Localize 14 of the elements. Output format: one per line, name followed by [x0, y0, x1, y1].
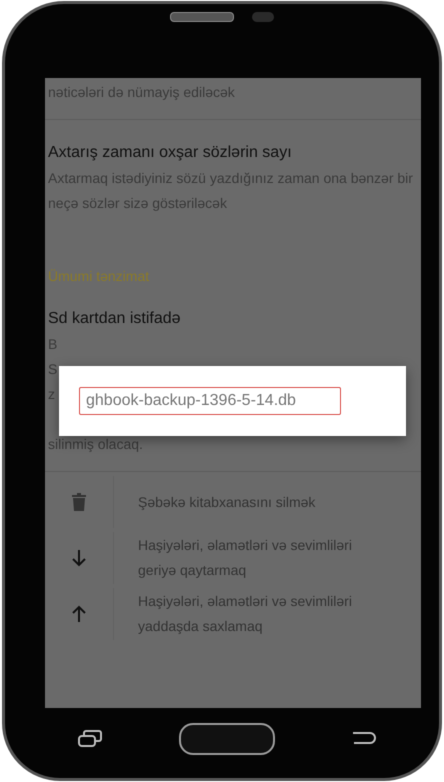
down-arrow-icon: [71, 549, 87, 567]
recent-apps-icon[interactable]: [77, 729, 103, 749]
file-name-field[interactable]: ghbook-backup-1396-5-14.db: [79, 387, 341, 415]
trash-icon: [72, 493, 86, 511]
action-label[interactable]: Şəbəkə kitabxanasını silmək: [138, 490, 316, 514]
speaker-grille: [170, 12, 234, 22]
action-label[interactable]: Haşiyələri, əlamətləri və sevimliləri yaddaşda saxlamaq: [138, 589, 388, 639]
section-header: Ümumi tənzimat: [47, 267, 150, 284]
setting-title: Sd kartdan istifadə: [48, 309, 182, 329]
home-button[interactable]: [179, 723, 275, 755]
up-arrow-icon: [71, 605, 87, 623]
sensor-dots: [252, 12, 274, 22]
action-label[interactable]: Haşiyələri, əlamətləri və sevimliləri geriyə qaytarmaq: [138, 533, 388, 583]
setting-title: Axtarış zamanı oxşar sözlərin sayı: [48, 143, 293, 163]
